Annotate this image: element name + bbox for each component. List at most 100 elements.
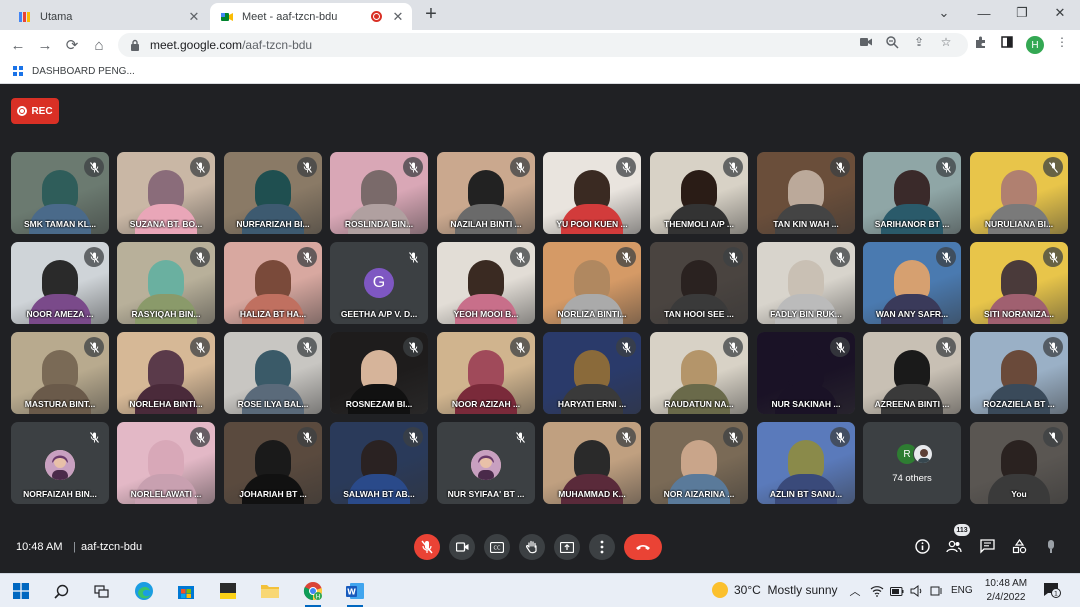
- leave-call-button[interactable]: [624, 534, 662, 560]
- close-tab-icon[interactable]: ✕: [186, 9, 202, 25]
- participant-tile[interactable]: NURFARIZAH BI...: [224, 152, 322, 234]
- microsoft-store-icon[interactable]: [174, 579, 198, 603]
- present-screen-button[interactable]: [554, 534, 580, 560]
- back-button[interactable]: ←: [8, 35, 28, 55]
- participant-tile[interactable]: NOOR AZIZAH ...: [437, 332, 535, 414]
- word-icon[interactable]: W: [343, 579, 367, 607]
- participant-tile[interactable]: ROSNEZAM BI...: [330, 332, 428, 414]
- participant-tile[interactable]: YEOH MOOI B...: [437, 242, 535, 324]
- participant-tile[interactable]: THENMOLI A/P ...: [650, 152, 748, 234]
- captions-button[interactable]: CC: [484, 534, 510, 560]
- participant-tile[interactable]: SALWAH BT AB...: [330, 422, 428, 504]
- mic-muted-icon: [510, 337, 530, 357]
- participant-tile[interactable]: NORLIZA BINTI...: [543, 242, 641, 324]
- address-bar[interactable]: meet.google.com/aaf-tzcn-bdu: [118, 33, 968, 57]
- system-clock[interactable]: 10:48 AM 2/4/2022: [980, 577, 1032, 605]
- close-window-button[interactable]: ✕: [1040, 0, 1080, 26]
- forward-button[interactable]: →: [35, 35, 55, 55]
- edge-browser-icon[interactable]: [132, 579, 156, 603]
- input-language[interactable]: ENG: [951, 585, 973, 596]
- search-icon[interactable]: [49, 579, 73, 603]
- new-tab-button[interactable]: +: [420, 4, 442, 26]
- file-explorer-icon[interactable]: [258, 579, 282, 603]
- participant-tile[interactable]: NOOR AMEZA ...: [11, 242, 109, 324]
- notification-center-icon[interactable]: 1: [1043, 582, 1061, 598]
- participant-name: NORLELAWATI ...: [130, 489, 202, 499]
- participant-name: NORLIZA BINTI...: [557, 309, 627, 319]
- chat-button[interactable]: [977, 536, 997, 556]
- home-button[interactable]: ⌂: [89, 35, 109, 55]
- sticky-notes-icon[interactable]: [216, 579, 240, 603]
- profile-avatar[interactable]: H: [1026, 36, 1044, 54]
- more-options-button[interactable]: [589, 534, 615, 560]
- volume-icon[interactable]: [909, 583, 925, 599]
- mic-muted-icon: [190, 247, 210, 267]
- participant-tile[interactable]: NURULIANA BI...: [970, 152, 1068, 234]
- restore-button[interactable]: ❐: [1002, 0, 1042, 26]
- participant-tile[interactable]: HALIZA BT HA...: [224, 242, 322, 324]
- participant-tile[interactable]: JOHARIAH BT ...: [224, 422, 322, 504]
- zoom-icon[interactable]: [883, 33, 901, 51]
- camera-in-use-icon[interactable]: [857, 33, 875, 51]
- participant-tile[interactable]: HARYATI ERNI ...: [543, 332, 641, 414]
- participant-tile[interactable]: G GEETHA A/P V. D...: [330, 242, 428, 324]
- bookmark-star-icon[interactable]: ☆: [937, 33, 955, 51]
- task-view-icon[interactable]: [89, 579, 113, 603]
- tab-meet[interactable]: Meet - aaf-tzcn-bdu ✕: [210, 3, 412, 30]
- share-icon[interactable]: ⇪: [910, 33, 928, 51]
- participant-tile[interactable]: ROZAZIELA BT ...: [970, 332, 1068, 414]
- participant-count-badge: 113: [954, 524, 970, 536]
- sync-icon[interactable]: [929, 583, 945, 599]
- microphone-toggle-button[interactable]: [414, 534, 440, 560]
- wifi-icon[interactable]: [869, 583, 885, 599]
- participant-tile[interactable]: YU POOI KUEN ...: [543, 152, 641, 234]
- participant-tile[interactable]: FADLY BIN RUK...: [757, 242, 855, 324]
- participant-tile[interactable]: NOR AIZARINA ...: [650, 422, 748, 504]
- raise-hand-button[interactable]: [519, 534, 545, 560]
- participant-tile[interactable]: NUR SYIFAA' BT ...: [437, 422, 535, 504]
- tab-utama[interactable]: Utama ✕: [8, 3, 208, 30]
- windows-start-icon[interactable]: [9, 579, 33, 603]
- activities-button[interactable]: [1009, 536, 1029, 556]
- participant-tile[interactable]: SUZANA BT. BO...: [117, 152, 215, 234]
- extensions-icon[interactable]: [971, 33, 989, 51]
- participant-tile[interactable]: MUHAMMAD K...: [543, 422, 641, 504]
- side-panel-icon[interactable]: [998, 33, 1016, 51]
- participant-tile[interactable]: NORFAIZAH BIN...: [11, 422, 109, 504]
- participant-tile[interactable]: AZREENA BINTI ...: [863, 332, 961, 414]
- participant-tile[interactable]: NUR SAKINAH ...: [757, 332, 855, 414]
- time-separator: |: [73, 541, 76, 553]
- chrome-menu-icon[interactable]: ⋮: [1053, 33, 1071, 51]
- mic-muted-icon: [616, 247, 636, 267]
- camera-toggle-button[interactable]: [449, 534, 475, 560]
- show-hidden-icons-icon[interactable]: ︿: [847, 583, 863, 599]
- participant-tile[interactable]: SARIHANOR BT ...: [863, 152, 961, 234]
- weather-widget[interactable]: 30°C Mostly sunny: [712, 582, 838, 598]
- reload-button[interactable]: ⟳: [62, 35, 82, 55]
- bookmark-dashboard[interactable]: DASHBOARD PENG...: [12, 65, 135, 77]
- others-tile[interactable]: R 74 others: [863, 422, 961, 504]
- participant-tile[interactable]: NORLEHA BINTI...: [117, 332, 215, 414]
- participant-tile[interactable]: NAZILAH BINTI ...: [437, 152, 535, 234]
- participant-tile[interactable]: ROSE ILYA BAL...: [224, 332, 322, 414]
- participant-tile[interactable]: AZLIN BT SANU...: [757, 422, 855, 504]
- minimize-button[interactable]: —: [964, 0, 1004, 26]
- close-tab-icon[interactable]: ✕: [390, 9, 406, 25]
- participant-tile[interactable]: WAN ANY SAFR...: [863, 242, 961, 324]
- tab-search-icon[interactable]: ⌄: [924, 0, 964, 26]
- participant-tile[interactable]: SMK TAMAN KL...: [11, 152, 109, 234]
- participant-tile[interactable]: TAN HOOI SEE ...: [650, 242, 748, 324]
- participant-tile[interactable]: MASTURA BINT...: [11, 332, 109, 414]
- participant-tile[interactable]: TAN KIN WAH ...: [757, 152, 855, 234]
- participant-tile[interactable]: NORLELAWATI ...: [117, 422, 215, 504]
- chrome-taskbar-icon[interactable]: H: [301, 579, 325, 607]
- participant-tile[interactable]: SITI NORANIZA...: [970, 242, 1068, 324]
- participant-tile[interactable]: ROSLINDA BIN...: [330, 152, 428, 234]
- meeting-details-button[interactable]: [912, 536, 932, 556]
- people-button[interactable]: [944, 536, 964, 556]
- participant-tile[interactable]: RASYIQAH BIN...: [117, 242, 215, 324]
- battery-icon[interactable]: [889, 583, 905, 599]
- participant-tile[interactable]: You: [970, 422, 1068, 504]
- host-controls-button[interactable]: [1041, 536, 1061, 556]
- participant-tile[interactable]: RAUDATUN NA...: [650, 332, 748, 414]
